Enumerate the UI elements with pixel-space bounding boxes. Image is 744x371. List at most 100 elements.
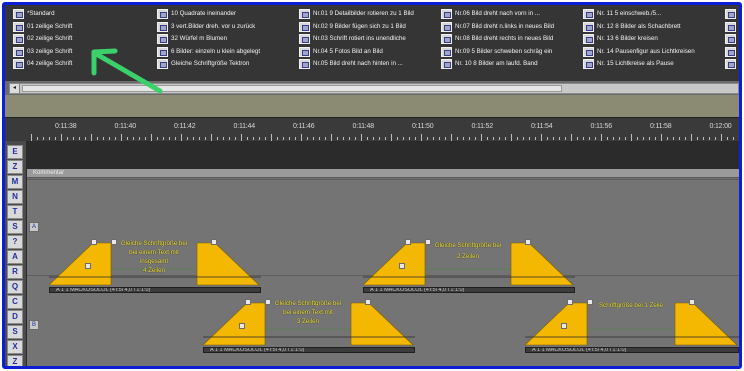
ruler-tick: [721, 134, 722, 141]
track-tool-button[interactable]: Z: [7, 160, 23, 174]
effect-preset-icon: [725, 21, 736, 32]
track-marker-b[interactable]: B: [29, 320, 39, 330]
ruler-tick: [523, 137, 524, 140]
video-track-strip[interactable]: [27, 141, 739, 169]
ruler-tick: [379, 137, 380, 140]
fade-in-ramp[interactable]: [203, 302, 266, 346]
title-clip[interactable]: Gleiche Schriftgröße bei 2 Zeilen A 1 1 MA…: [363, 239, 575, 295]
track-tool-button[interactable]: ?: [7, 235, 23, 249]
keyframe-handle[interactable]: [425, 239, 431, 245]
effect-item-label: 6 Bilder: einzeln u klein abgelegt: [171, 47, 261, 55]
scroll-left-icon[interactable]: ◂: [10, 84, 20, 93]
effect-item-label: Nr: [739, 21, 742, 33]
ruler-tick: [313, 137, 314, 140]
fade-out-ramp[interactable]: [510, 242, 574, 286]
annotation-arrow-icon: [91, 48, 163, 94]
ruler-tick: [727, 137, 728, 140]
effect-preset-icon: [157, 34, 168, 44]
app-window: *Standard 01 zeilige Schrift 02 zeilige Sc…: [2, 2, 742, 369]
effect-item-label: Nr.04 5 Fotos Bild an Bild: [313, 47, 383, 55]
ruler-tick: [595, 137, 596, 140]
ruler-tick: [547, 137, 548, 140]
fade-in-ramp[interactable]: [525, 302, 588, 346]
ruler-tick: [529, 137, 530, 140]
time-ruler[interactable]: 0:11:38 0:11:40 0:11:42 0:11:44 0:11:46 0:11:…: [27, 118, 739, 142]
ruler-tick: [217, 137, 218, 140]
keyframe-handle[interactable]: [561, 323, 567, 329]
effect-item-label: Nr.08 Bild dreht rechts in neues Bild: [455, 35, 554, 42]
ruler-tick: [49, 137, 50, 140]
ruler-time-label: 0:11:44: [233, 123, 256, 130]
keyframe-handle[interactable]: [365, 299, 371, 305]
fade-out-ramp[interactable]: [350, 302, 414, 346]
ruler-tick: [79, 137, 80, 140]
ruler-tick: [253, 137, 254, 140]
ruler-tick: [61, 134, 62, 141]
ruler-tick: [295, 137, 296, 140]
ruler-tick: [499, 137, 500, 140]
keyframe-handle[interactable]: [111, 239, 117, 245]
fade-out-ramp[interactable]: [674, 302, 738, 346]
effect-item-label: Nr. 14 Pausenfigur aus Lichtkreisen: [597, 47, 695, 55]
ruler-tick: [241, 134, 242, 141]
effect-preset-icon: [583, 34, 594, 44]
track-tool-button[interactable]: Q: [7, 280, 23, 294]
keyframe-handle[interactable]: [239, 323, 245, 329]
keyframe-handle[interactable]: [587, 299, 593, 305]
ruler-time-label: 0:11:40: [114, 123, 137, 130]
track-tool-button[interactable]: E: [7, 145, 23, 159]
keyframe-handle[interactable]: [399, 263, 405, 269]
track-tool-button[interactable]: C: [7, 295, 23, 309]
ruler-tick: [511, 134, 512, 141]
clip-info-bar[interactable]: A 1 1 MACKOSOLOL (4'l:5i 4,0 l 1:1:0): [363, 287, 575, 293]
effect-preset-icon: [441, 9, 452, 19]
clip-info-bar[interactable]: A 1 1 MACKOSOLOL (4'l:5i 4,0 l 1:1:0): [49, 287, 261, 293]
track-tool-button[interactable]: R: [7, 265, 23, 279]
ruler-tick: [337, 137, 338, 140]
keyframe-handle[interactable]: [211, 239, 217, 245]
ruler-tick: [433, 137, 434, 140]
ruler-tick: [715, 137, 716, 140]
ruler-tick: [697, 137, 698, 140]
ruler-tick: [265, 137, 266, 140]
track-tool-button[interactable]: A: [7, 250, 23, 264]
ruler-time-label: 0:11:50: [412, 123, 434, 130]
effect-item-label: Nr.01 9 Detailbilder rotieren zu 1 Bild: [313, 10, 414, 17]
track-tool-button[interactable]: T: [7, 205, 23, 219]
title-clip[interactable]: Schriftgröße bei 1 Zeile A 1 1 MACKOSOLOL…: [525, 299, 739, 355]
ruler-tick: [457, 137, 458, 140]
keyframe-handle[interactable]: [567, 299, 573, 305]
track-tool-button[interactable]: Z: [7, 355, 23, 366]
track-tool-button[interactable]: D: [7, 310, 23, 324]
effect-preset-icon: [299, 9, 310, 19]
keyframe-handle[interactable]: [245, 299, 251, 305]
comment-track[interactable]: Kommentar: [27, 169, 739, 178]
ruler-tick: [553, 137, 554, 140]
keyframe-handle[interactable]: [525, 239, 531, 245]
ruler-tick: [235, 137, 236, 140]
ruler-tick: [169, 137, 170, 140]
keyframe-handle[interactable]: [85, 263, 91, 269]
clip-info-bar[interactable]: A 1 1 MACKOSOLOL (4'l:5i 4,0 l 1:1:0): [525, 347, 739, 353]
track-marker-a[interactable]: A: [29, 222, 39, 232]
fade-in-ramp[interactable]: [49, 242, 112, 286]
clip-caption-line: 3 Zeilen: [296, 318, 319, 325]
track-tool-button[interactable]: N: [7, 190, 23, 204]
title-clip[interactable]: Gleiche Schriftgröße bei bei einem Text m…: [49, 239, 261, 295]
effect-preset-icon: [583, 46, 594, 57]
title-clip[interactable]: Gleiche Schriftgröße bei bei einem Text m…: [203, 299, 415, 355]
track-tool-button[interactable]: X: [7, 340, 23, 354]
track-tool-button[interactable]: M: [7, 175, 23, 189]
track-tool-button[interactable]: S: [7, 220, 23, 234]
fade-in-ramp[interactable]: [363, 242, 426, 286]
keyframe-handle[interactable]: [689, 299, 695, 305]
ruler-tick: [331, 134, 332, 141]
keyframe-handle[interactable]: [265, 299, 271, 305]
ruler-tick: [493, 137, 494, 140]
ruler-tick: [73, 137, 74, 140]
keyframe-handle[interactable]: [405, 239, 411, 245]
clip-info-bar[interactable]: A 1 1 MACKOSOLOL (4'l:5i 4,0 l 1:1:0): [203, 347, 415, 353]
fade-out-ramp[interactable]: [196, 242, 260, 286]
track-tool-button[interactable]: S: [7, 325, 23, 339]
keyframe-handle[interactable]: [91, 239, 97, 245]
